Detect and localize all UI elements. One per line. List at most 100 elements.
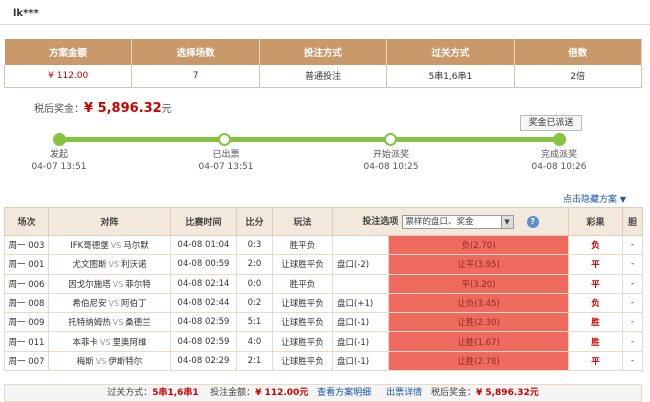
- table-row: 周一 011 本菲卡 VS 里奥阿维 04-08 02:59 4:0 让球胜平负 盘口(-1)…: [4, 331, 644, 352]
- away-team: 菲尔特: [125, 279, 151, 290]
- vs-label: VS: [112, 279, 124, 289]
- col-match: 对阵: [48, 207, 171, 236]
- prize-sent-button[interactable]: 奖金已派送: [520, 115, 582, 131]
- step-label-payout-start: 开始派奖 04-08 10:25: [351, 149, 431, 173]
- score-cell: 0:3: [236, 234, 273, 256]
- pick-cell: 让负(3.45): [387, 292, 570, 314]
- result-cell: 负: [568, 234, 624, 256]
- table-row: 周一 003 IFK哥德堡 VS 马尔默 04-08 01:04 0:3 胜平负 负(2.70…: [4, 234, 644, 256]
- away-team: 阿伯丁: [121, 299, 147, 310]
- summary-header-multiple: 倍数: [514, 39, 643, 65]
- view-detail-link[interactable]: 查看方案明细: [317, 388, 371, 398]
- handicap-cell: [332, 234, 389, 256]
- details-header-row: 场次 对阵 比赛时间 比分 玩法 投注选项 票样的盘口、奖金 ▼ ? 彩果 胆: [4, 207, 644, 236]
- triangle-down-icon: ▼: [619, 195, 627, 204]
- summary-header-pass: 过关方式: [386, 39, 515, 65]
- step-name: 开始派奖: [372, 150, 409, 160]
- score-cell: 0:0: [236, 273, 273, 294]
- round-cell: 周一 009: [4, 312, 49, 333]
- username: lk***: [13, 8, 39, 19]
- time-cell: 04-08 02:44: [170, 292, 237, 314]
- dan-cell: -: [622, 312, 644, 333]
- pick-cell: 让平(3.95): [387, 254, 570, 275]
- score-cell: 4:0: [236, 331, 273, 352]
- summary-amount: ¥ 112.00: [3, 65, 133, 88]
- footer-prize-value: ¥ 5,896.32元: [475, 388, 539, 398]
- time-cell: 04-08 02:14: [170, 273, 237, 294]
- score-cell: 2:0: [236, 254, 273, 275]
- vs-label: VS: [108, 299, 120, 309]
- result-cell: 平: [568, 350, 624, 372]
- odds-select[interactable]: 票样的盘口、奖金 ▼: [401, 214, 514, 229]
- dan-cell: -: [622, 273, 644, 294]
- away-team: 马尔默: [123, 241, 149, 252]
- home-team: 托特纳姆热: [68, 318, 111, 329]
- col-score: 比分: [236, 207, 273, 236]
- summary-pass: 5串1,6串1: [386, 65, 515, 88]
- table-row: 周一 001 尤文图斯 VS 利沃诺 04-08 00:59 2:0 让球胜平负 盘口(-2)…: [4, 254, 644, 275]
- step-node-ticketed: [218, 133, 231, 146]
- time-cell: 04-08 00:59: [170, 254, 237, 275]
- pick-cell: 负(2.70): [387, 234, 570, 256]
- step-time: 04-08 10:25: [363, 162, 419, 172]
- help-icon[interactable]: ?: [526, 215, 539, 228]
- summary-multiple: 2倍: [513, 65, 643, 88]
- play-cell: 让球胜平负: [272, 350, 333, 372]
- summary-header-row: 方案金额 选择场数 投注方式 过关方式 倍数: [4, 39, 643, 65]
- dan-cell: -: [622, 234, 644, 256]
- result-cell: 胜: [568, 331, 624, 352]
- hide-scheme-label: 点击隐藏方案: [563, 195, 618, 205]
- away-team: 伊斯特尔: [108, 356, 143, 367]
- score-cell: 0:2: [236, 292, 273, 314]
- summary-count: 7: [131, 65, 260, 88]
- divider: [0, 24, 650, 25]
- col-time: 比赛时间: [170, 207, 237, 236]
- table-row: 周一 009 托特纳姆热 VS 桑德兰 04-08 02:59 5:1 让球胜平负 盘口(-1…: [4, 312, 644, 333]
- step-node-start: [53, 133, 66, 146]
- prize-unit: 元: [161, 104, 172, 115]
- table-row: 周一 008 希伯尼安 VS 阿伯丁 04-08 02:44 0:2 让球胜平负 盘口(+1)…: [4, 292, 644, 314]
- hide-scheme-link[interactable]: 点击隐藏方案 ▼: [563, 192, 626, 205]
- round-cell: 周一 006: [4, 273, 49, 294]
- round-cell: 周一 001: [4, 254, 49, 275]
- home-team: 尤文图斯: [72, 260, 107, 271]
- col-dan: 胆: [622, 207, 644, 236]
- step-time: 04-07 13:51: [198, 162, 254, 172]
- time-cell: 04-08 01:04: [170, 234, 237, 256]
- details-table: 场次 对阵 比赛时间 比分 玩法 投注选项 票样的盘口、奖金 ▼ ? 彩果 胆 周…: [4, 207, 644, 372]
- footer-prize-label: 税后奖金：: [430, 388, 476, 398]
- handicap-cell: 盘口(-1): [332, 312, 389, 333]
- chevron-down-icon: ▼: [500, 215, 513, 228]
- result-cell: 负: [568, 292, 624, 314]
- round-cell: 周一 003: [4, 234, 49, 256]
- handicap-cell: 盘口(+1): [332, 292, 389, 314]
- vs-label: VS: [95, 356, 107, 366]
- step-node-payout-done: [553, 133, 566, 146]
- step-name: 已出票: [212, 150, 240, 160]
- match-cell: 本菲卡 VS 里奥阿维: [48, 331, 171, 352]
- match-cell: 托特纳姆热 VS 桑德兰: [48, 312, 171, 333]
- match-cell: 尤文图斯 VS 利沃诺: [48, 254, 171, 275]
- ticket-detail-link[interactable]: 出票详情: [386, 388, 422, 398]
- result-cell: 胜: [568, 312, 624, 333]
- handicap-cell: 盘口(-2): [332, 254, 389, 275]
- step-label-start: 发起 04-07 13:51: [19, 149, 99, 173]
- pick-cell: 平(3.20): [387, 273, 570, 294]
- round-cell: 周一 008: [4, 292, 49, 314]
- away-team: 桑德兰: [125, 318, 151, 329]
- col-play: 玩法: [272, 207, 333, 236]
- match-cell: 梅斯 VS 伊斯特尔: [48, 350, 171, 372]
- home-team: 梅斯: [76, 356, 94, 367]
- step-label-ticketed: 已出票 04-07 13:51: [186, 149, 266, 173]
- step-time: 04-08 10:26: [531, 162, 587, 172]
- away-team: 利沃诺: [121, 260, 147, 271]
- dan-cell: -: [622, 350, 644, 372]
- footer-pass-value: 5串1,6串1: [152, 388, 199, 398]
- dan-cell: -: [622, 254, 644, 275]
- prize-label: 税后奖金：: [34, 104, 84, 115]
- footer-bet-value: ¥ 112.00元: [255, 388, 309, 398]
- play-cell: 让球胜平负: [272, 292, 333, 314]
- table-row: 周一 006 因戈尔施塔 VS 菲尔特 04-08 02:14 0:0 胜平负 平(3.20)…: [4, 273, 644, 294]
- play-cell: 胜平负: [272, 273, 333, 294]
- time-cell: 04-08 02:59: [170, 312, 237, 333]
